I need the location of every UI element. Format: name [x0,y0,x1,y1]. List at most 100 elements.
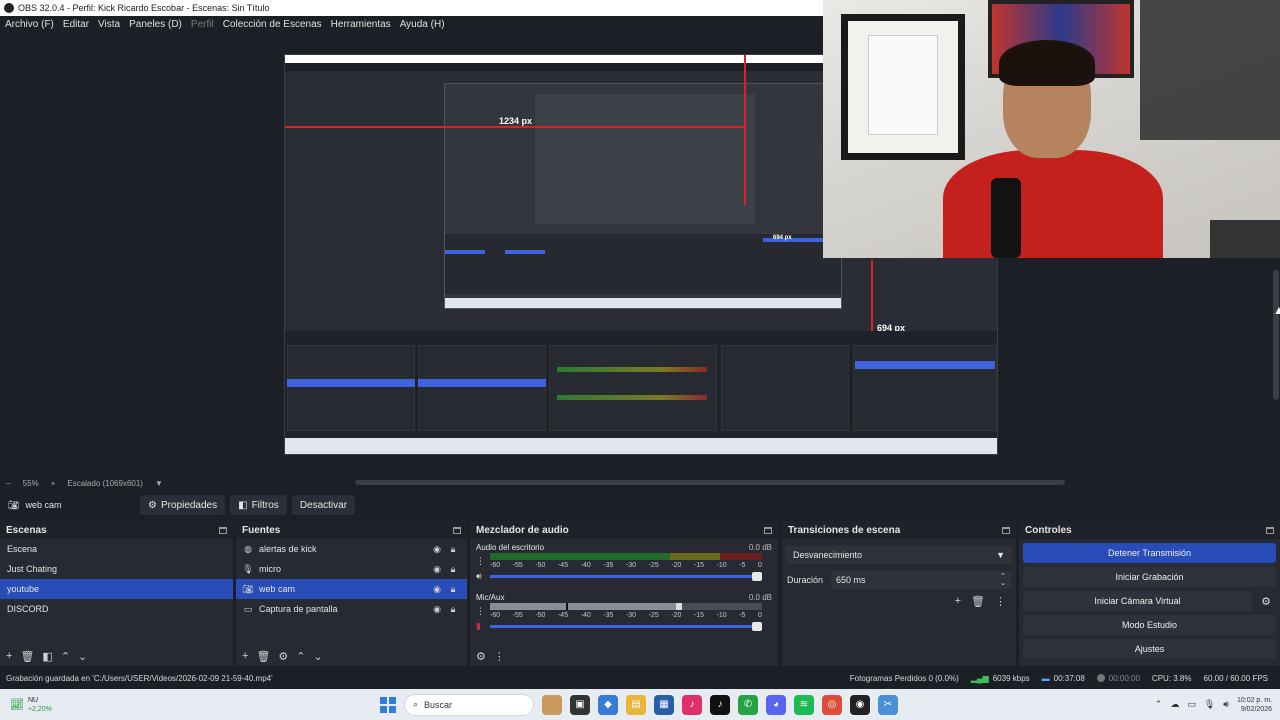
mixer-settings-icon[interactable]: ⚙ [476,650,486,663]
move-down-icon[interactable]: ⌄ [78,650,87,663]
tiktok-icon[interactable]: ♪ [710,694,730,715]
mixer-footer: ⚙ ⋮ [470,646,778,666]
source-item-micro[interactable]: 🎙︎ micro ◉ 🔒︎ [236,559,467,579]
microphone-tray-icon[interactable]: 🎙︎ [1204,699,1215,710]
trash-icon[interactable]: 🗑︎ [971,595,985,608]
menu-archivo[interactable]: Archivo (F) [5,19,54,30]
zoom-in-icon[interactable]: + [51,479,56,488]
filters-button[interactable]: ◧ Filtros [230,495,287,515]
chrome-icon[interactable]: ◎ [822,694,842,715]
duration-row: Duración 650 ms ⌃ ⌄ [782,571,1016,589]
settings-button[interactable]: Ajustes [1023,639,1276,659]
visibility-eye-icon[interactable]: ◉ [429,564,445,575]
move-up-icon[interactable]: ⌃ [61,650,70,663]
more-options-icon[interactable]: ⋮ [476,606,485,617]
scene-item-discord[interactable]: DISCORD [0,599,233,619]
properties-button[interactable]: ⚙ Propiedades [140,495,226,515]
move-up-icon[interactable]: ⌃ [296,650,305,663]
start-recording-button[interactable]: Iniciar Grabación [1023,567,1276,587]
volume-fader-mic[interactable] [490,625,762,628]
speaker-icon[interactable]: 🔊︎ [476,571,482,582]
start-virtual-camera-button[interactable]: Iniciar Cámara Virtual [1023,591,1252,611]
discord-icon[interactable]: ◕ [766,694,786,715]
add-scene-icon[interactable]: + [6,650,12,662]
source-item-captura[interactable]: ▭ Captura de pantalla ◉ 🔒︎ [236,599,467,619]
transition-menu-icon[interactable]: ⋮ [995,595,1006,608]
scaling-dropdown-icon[interactable]: ▼ [155,479,163,488]
more-options-icon[interactable]: ⋮ [476,556,485,567]
menu-vista[interactable]: Vista [98,19,120,30]
windows-start-icon[interactable] [380,696,396,713]
whatsapp-icon[interactable]: ✆ [738,694,758,715]
menu-herramientas[interactable]: Herramientas [331,19,391,30]
undock-icon[interactable] [453,526,461,534]
lock-icon[interactable]: 🔒︎ [445,564,461,575]
taskbar-search[interactable]: ⌕ Buscar [404,693,534,716]
lock-icon[interactable]: 🔒︎ [445,544,461,555]
undock-icon[interactable] [1002,526,1010,534]
lock-icon[interactable]: 🔒︎ [445,584,461,595]
fader-knob-mic[interactable] [752,622,762,631]
menu-editar[interactable]: Editar [63,19,89,30]
duration-input[interactable]: 650 ms ⌃ ⌄ [831,571,1011,589]
menu-perfil[interactable]: Perfil [191,19,214,30]
menu-paneles[interactable]: Paneles (D) [129,19,182,30]
stop-stream-button[interactable]: Detener Transmisión [1023,543,1276,563]
undock-icon[interactable] [219,526,227,534]
gear-icon[interactable]: ⚙ [278,650,288,663]
file-explorer-icon[interactable]: ▤ [626,694,646,715]
visibility-eye-icon[interactable]: ◉ [429,604,445,615]
menu-coleccion-escenas[interactable]: Colección de Escenas [223,19,322,30]
duration-label: Duración [787,575,824,585]
fader-knob-desktop[interactable] [752,572,762,581]
search-icon: ⌕ [413,699,419,709]
scene-item-youtube[interactable]: youtube [0,579,233,599]
preview-horizontal-scrollbar[interactable] [355,480,1065,485]
deactivate-button[interactable]: Desactivar [291,495,356,515]
spotify-icon[interactable]: ≋ [794,694,814,715]
move-down-icon[interactable]: ⌄ [314,650,323,663]
trash-icon[interactable]: 🗑︎ [256,650,270,663]
add-source-icon[interactable]: + [242,650,248,662]
spinner-icon[interactable]: ⌃ ⌄ [1000,573,1006,587]
network-icon[interactable]: ▭ [1187,699,1196,710]
scene-item-escena[interactable]: Escena [0,539,233,559]
transition-selected: Desvanecimiento [793,550,863,560]
volume-icon[interactable]: 🔊︎ [1223,699,1229,710]
zoom-level[interactable]: 55% [23,479,39,488]
visibility-eye-icon[interactable]: ◉ [429,544,445,555]
widget-image-icon[interactable] [542,694,562,715]
clock[interactable]: 10:02 p. m. 9/02/2026 [1237,696,1272,714]
preview-vertical-scrollbar[interactable] [1272,258,1280,488]
person-body [943,150,1163,258]
cloud-icon[interactable]: ☁ [1170,699,1179,710]
stock-widget[interactable]: 📈︎ NU +2,20% [0,696,300,714]
source-item-alertas[interactable]: ◍ alertas de kick ◉ 🔒︎ [236,539,467,559]
visibility-eye-icon[interactable]: ◉ [429,584,445,595]
snipping-tool-icon[interactable]: ✂ [878,694,898,715]
studio-mode-button[interactable]: Modo Estudio [1023,615,1276,635]
lock-icon[interactable]: 🔒︎ [445,604,461,615]
clock-date: 9/02/2026 [1240,705,1272,713]
task-view-icon[interactable]: ▣ [570,694,590,715]
scene-item-just-chating[interactable]: Just Chating [0,559,233,579]
store-icon[interactable]: ▦ [654,694,674,715]
menu-ayuda[interactable]: Ayuda (H) [400,19,445,30]
tray-expand-icon[interactable]: ⌃ [1155,699,1163,710]
scene-filters-icon[interactable]: ◧ [42,650,52,663]
undock-icon[interactable] [764,526,772,534]
add-transition-icon[interactable]: + [955,595,961,608]
transition-select[interactable]: Desvanecimiento ▼ [786,546,1012,564]
meter-ticks: -60 -55 -50 -45 -40 -35 -30 -25 -20 -15 -10 -5 0 [490,562,762,569]
undock-icon[interactable] [1266,526,1274,534]
copilot-icon[interactable]: ◆ [598,694,618,715]
gear-icon[interactable]: ⚙ [1256,591,1276,611]
mixer-menu-icon[interactable]: ⋮ [494,650,505,663]
pinned-app-icon[interactable]: ♪ [682,694,702,715]
microphone-level-icon[interactable]: ▮ [476,621,481,632]
zoom-out-icon[interactable]: − [6,479,11,488]
source-item-web-cam[interactable]: 📷︎ web cam ◉ 🔒︎ [236,579,467,599]
volume-fader-desktop[interactable] [490,575,762,578]
trash-icon[interactable]: 🗑︎ [20,650,34,663]
obs-taskbar-icon[interactable]: ◉ [850,694,870,715]
